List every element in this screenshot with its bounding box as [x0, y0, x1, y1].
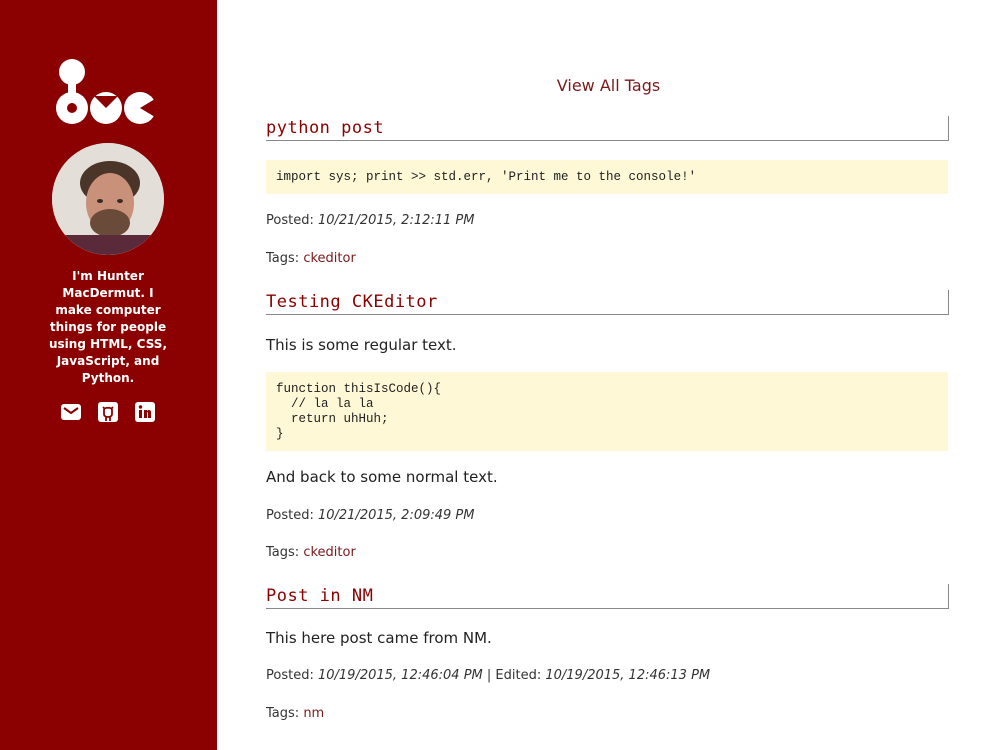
posted-date: 10/21/2015, 2:09:49 PM	[317, 508, 475, 523]
sidebar: I'm Hunter MacDermut. I make computer th…	[0, 0, 217, 750]
post-title-link[interactable]: Testing CKEditor	[266, 292, 438, 312]
social-links	[60, 401, 160, 425]
post-meta: Posted: 10/21/2015, 2:12:11 PM	[266, 213, 475, 228]
tag-link[interactable]: ckeditor	[303, 251, 355, 266]
mail-icon[interactable]	[60, 401, 82, 423]
post-text: This here post came from NM.	[266, 629, 492, 647]
post-title-1: python post	[266, 116, 949, 141]
tag-link[interactable]: nm	[303, 706, 324, 721]
posted-date: 10/19/2015, 12:46:04 PM	[317, 668, 483, 683]
linkedin-icon[interactable]	[134, 401, 156, 423]
post-tags: Tags: nm	[266, 706, 325, 721]
post-title-3: Post in NM	[266, 584, 949, 609]
post-meta: Posted: 10/21/2015, 2:09:49 PM	[266, 508, 475, 523]
tag-link[interactable]: ckeditor	[303, 545, 355, 560]
site-logo[interactable]	[56, 58, 160, 126]
post-tags: Tags: ckeditor	[266, 545, 356, 560]
post-tags: Tags: ckeditor	[266, 251, 356, 266]
post-meta: Posted: 10/19/2015, 12:46:04 PM | Edited…	[266, 668, 711, 683]
posted-date: 10/21/2015, 2:12:11 PM	[317, 213, 475, 228]
edited-date: 10/19/2015, 12:46:13 PM	[545, 668, 711, 683]
post-text: And back to some normal text.	[266, 468, 498, 486]
bio-text: I'm Hunter MacDermut. I make computer th…	[49, 269, 167, 385]
main-content: View All Tags python post import sys; pr…	[217, 0, 1000, 750]
post-title-link[interactable]: python post	[266, 118, 384, 138]
avatar	[52, 143, 164, 255]
github-icon[interactable]	[97, 401, 119, 423]
post-title-2: Testing CKEditor	[266, 290, 949, 315]
view-all-tags-link[interactable]: View All Tags	[217, 76, 1000, 95]
post-text: This is some regular text.	[266, 336, 457, 354]
code-block: function thisIsCode(){ // la la la retur…	[266, 372, 948, 451]
code-block: import sys; print >> std.err, 'Print me …	[266, 160, 948, 194]
post-title-link[interactable]: Post in NM	[266, 586, 373, 606]
